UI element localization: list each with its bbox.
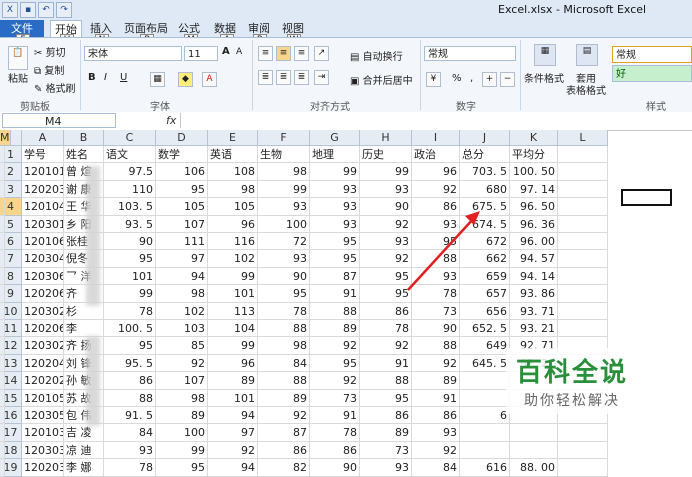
cell-J18[interactable] [460,441,510,460]
cell-H19[interactable]: 93 [360,459,412,477]
watermark-logo: 百科全说 [516,358,629,388]
cell-I19[interactable]: 84 [412,459,460,477]
cell-A19[interactable]: 120203 [22,459,64,477]
cell-M19[interactable] [0,459,5,477]
cell-L18[interactable] [558,441,608,460]
cell-J19[interactable]: 616 [460,459,510,477]
watermark: 百科全说 助你轻松解决 [506,348,666,414]
cell-L19[interactable] [558,459,608,477]
cell-C19[interactable]: 78 [104,459,156,477]
cell-E18[interactable]: 92 [208,441,258,460]
watermark-subtitle: 助你轻松解决 [524,393,620,409]
cell-F18[interactable]: 86 [258,441,310,460]
cell-D19[interactable]: 95 [156,459,208,477]
cell-K18[interactable] [510,441,558,460]
cell-A18[interactable]: 120303 [22,441,64,460]
cell-G18[interactable]: 86 [310,441,360,460]
cell-C18[interactable]: 93 [104,441,156,460]
cell-E19[interactable]: 94 [208,459,258,477]
cell-M18[interactable] [0,441,5,460]
cell-B19[interactable]: 李 娜 [64,459,104,477]
cell-K19[interactable]: 88. 00 [510,459,558,477]
cell-H18[interactable]: 73 [360,441,412,460]
cell-G19[interactable]: 90 [310,459,360,477]
cell-B18[interactable]: 凉 迪 [64,441,104,460]
cell-F19[interactable]: 82 [258,459,310,477]
cell-D18[interactable]: 99 [156,441,208,460]
cell-I18[interactable]: 92 [412,441,460,460]
